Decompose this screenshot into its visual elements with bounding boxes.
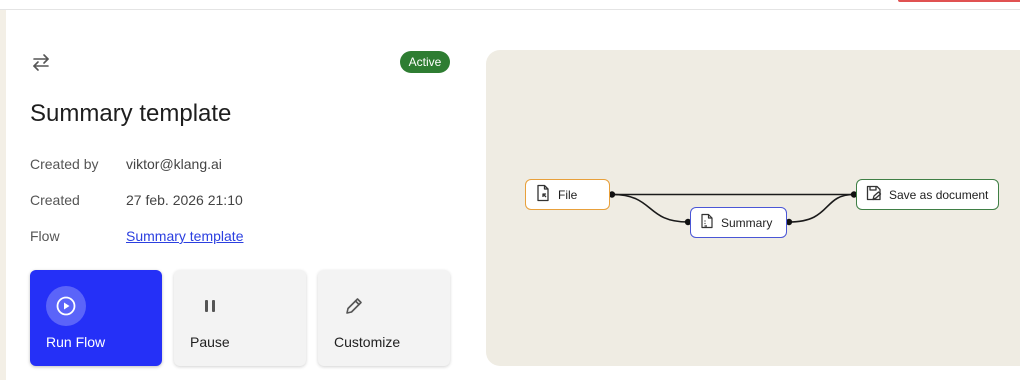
node-file[interactable]: File (525, 179, 610, 210)
left-edge-strip (0, 0, 6, 380)
node-summary-label: Summary (721, 215, 773, 230)
top-bar (0, 0, 1020, 10)
node-summary[interactable]: Summary (690, 207, 787, 238)
meta-label: Created (30, 192, 80, 208)
pencil-icon (334, 286, 374, 326)
run-flow-label: Run Flow (46, 334, 106, 350)
status-badge: Active (400, 51, 450, 73)
node-save-label: Save as document (889, 187, 989, 202)
top-bar-accent (898, 0, 1020, 2)
page-title: Summary template (30, 100, 232, 127)
customize-label: Customize (334, 334, 401, 350)
meta-label: Created by (30, 156, 99, 172)
play-circle-icon (46, 286, 86, 326)
pause-button[interactable]: Pause (174, 270, 306, 366)
file-import-icon (534, 184, 552, 205)
customize-button[interactable]: Customize (318, 270, 450, 366)
pause-label: Pause (190, 334, 230, 350)
node-save-as-document[interactable]: Save as document (856, 179, 999, 210)
meta-value-creator: viktor@klang.ai (126, 156, 222, 172)
document-text-icon (699, 213, 715, 232)
repeat-icon (30, 51, 52, 73)
pause-icon (190, 286, 230, 326)
save-doc-icon (865, 184, 883, 205)
meta-value-created-date: 27 feb. 2026 21:10 (126, 192, 243, 208)
node-file-label: File (558, 187, 578, 202)
run-flow-button[interactable]: Run Flow (30, 270, 162, 366)
meta-label: Flow (30, 228, 60, 244)
flow-link[interactable]: Summary template (126, 226, 243, 246)
